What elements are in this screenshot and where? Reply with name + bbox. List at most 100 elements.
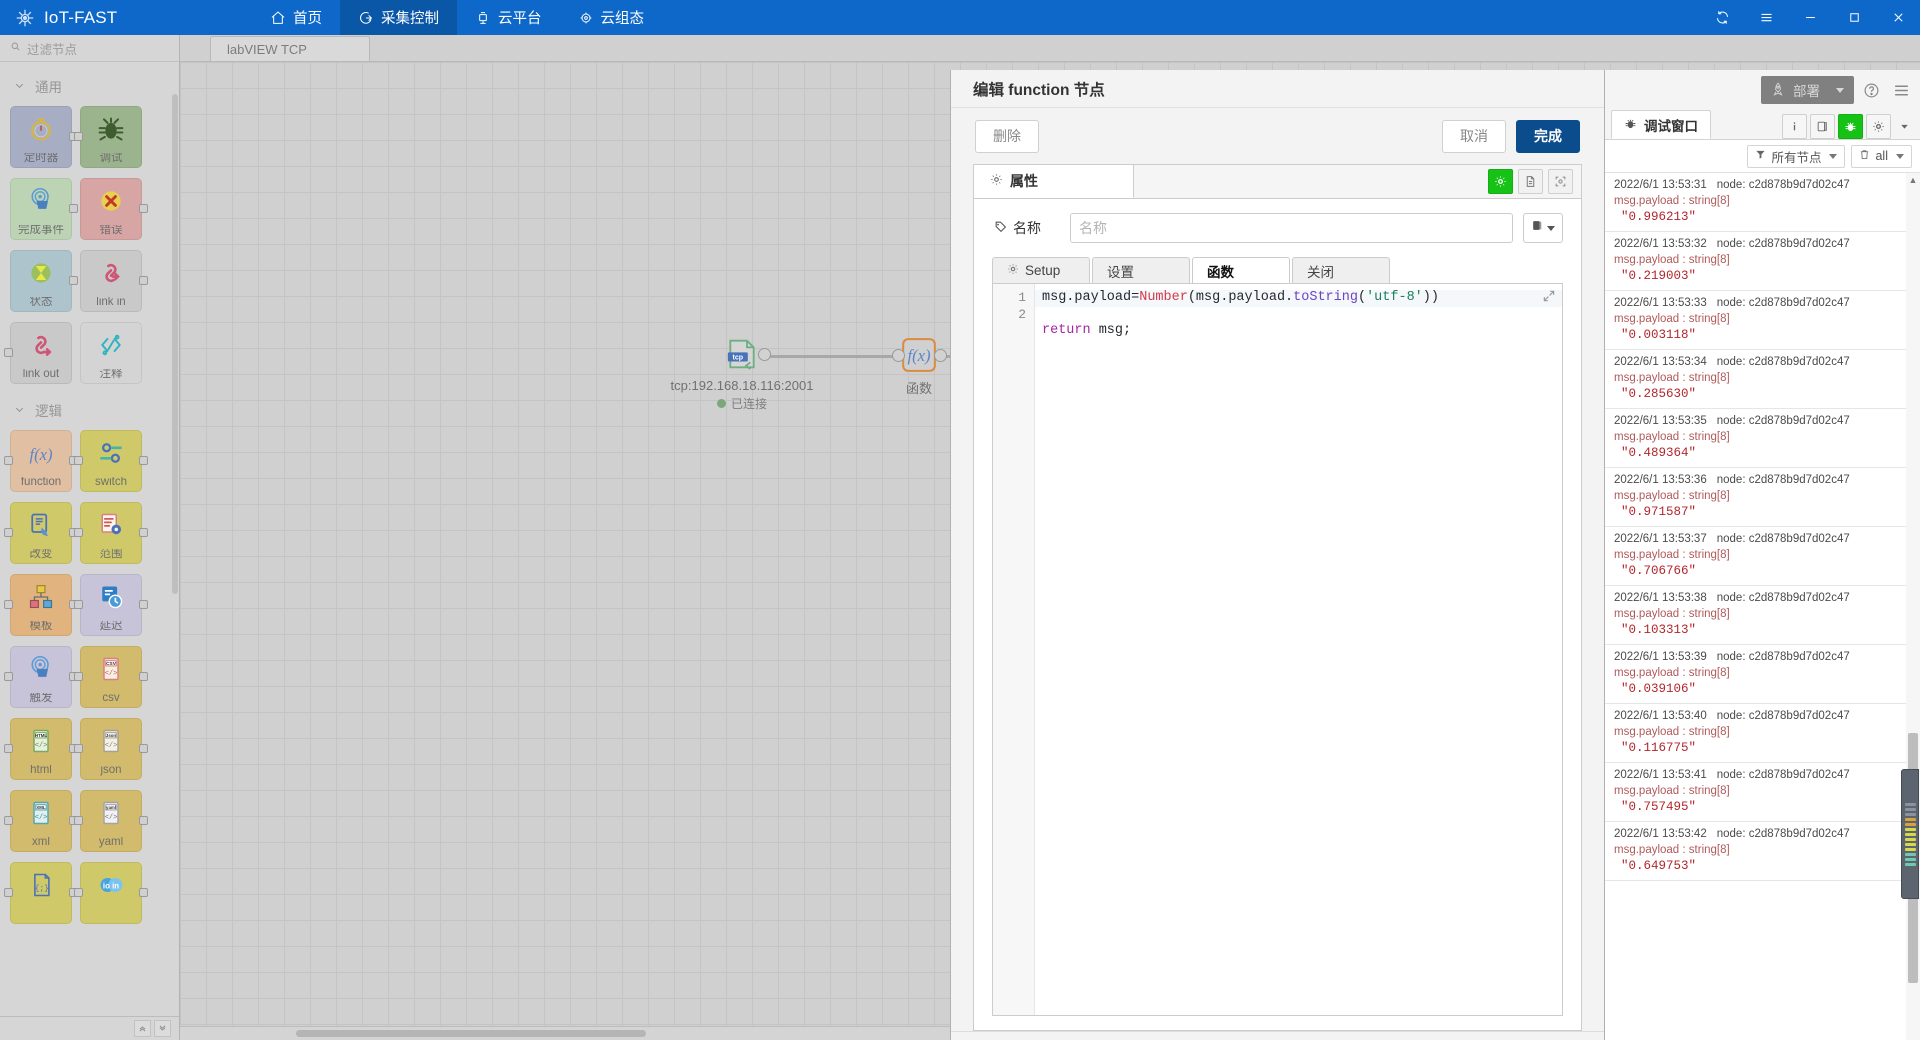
expand-all-icon[interactable] — [154, 1020, 171, 1037]
tab-settings[interactable]: 设置 — [1092, 257, 1190, 283]
caret-down-icon[interactable] — [1894, 114, 1914, 139]
palette-node-调试[interactable]: 调试 — [74, 106, 142, 168]
chevron-down-icon — [1829, 153, 1838, 159]
palette-node-错误[interactable]: 错误 — [80, 178, 148, 240]
sidebar-resize-handle[interactable] — [1901, 769, 1919, 899]
palette-node-yaml[interactable]: yaml </> yaml — [74, 790, 148, 852]
gear-green-icon[interactable] — [1488, 169, 1513, 194]
name-preset-dropdown[interactable] — [1523, 213, 1563, 243]
palette-filter[interactable]: 过滤节点 — [0, 35, 179, 62]
nav-item-cloud-config[interactable]: 云组态 — [560, 0, 663, 35]
palette-node-ioin-icon[interactable]: io in — [74, 862, 148, 924]
node-output-port[interactable] — [758, 348, 771, 361]
palette-node-模板[interactable]: 模板 — [4, 574, 78, 636]
debug-scrollbar-track[interactable]: ▲ — [1906, 173, 1920, 1040]
palette-node-html[interactable]: HTML </> html — [4, 718, 78, 780]
description-icon[interactable] — [1518, 169, 1543, 194]
debug-message[interactable]: 2022/6/1 13:53:33 node: c2d878b9d7d02c47 m… — [1605, 291, 1920, 350]
minimize-icon[interactable] — [1788, 0, 1832, 35]
debug-message-list[interactable]: 2022/6/1 13:53:31 node: c2d878b9d7d02c47 m… — [1605, 172, 1920, 1040]
debug-message-meta: 2022/6/1 13:53:31 node: c2d878b9d7d02c47 — [1614, 179, 1910, 191]
menu-icon[interactable] — [1744, 0, 1788, 35]
debug-message-value: "0.003118" — [1621, 328, 1697, 342]
debug-message[interactable]: 2022/6/1 13:53:39 node: c2d878b9d7d02c47 m… — [1605, 645, 1920, 704]
palette-node-csv[interactable]: CSV </> csv — [74, 646, 148, 708]
palette-node-object-icon[interactable]: {;} — [4, 862, 78, 924]
nav-item-home[interactable]: 首页 — [252, 0, 340, 35]
info-icon[interactable] — [1782, 114, 1807, 139]
refresh-icon[interactable] — [1700, 0, 1744, 35]
expand-editor-icon[interactable] — [1542, 289, 1556, 303]
debug-message-meta: 2022/6/1 13:53:38 node: c2d878b9d7d02c47 — [1614, 592, 1910, 604]
debug-message[interactable]: 2022/6/1 13:53:40 node: c2d878b9d7d02c47 m… — [1605, 704, 1920, 763]
palette-node-完成事件[interactable]: 完成事件 — [10, 178, 78, 240]
deploy-button[interactable]: 部署 — [1761, 76, 1854, 104]
palette-scrollbar[interactable] — [172, 94, 178, 594]
debug-message-time: 2022/6/1 13:53:34 — [1614, 356, 1707, 368]
debug-message[interactable]: 2022/6/1 13:53:41 node: c2d878b9d7d02c47 m… — [1605, 763, 1920, 822]
debug-message[interactable]: 2022/6/1 13:53:31 node: c2d878b9d7d02c47 m… — [1605, 173, 1920, 232]
canvas-hscroll-thumb[interactable] — [296, 1030, 646, 1037]
debug-message-node: node: c2d878b9d7d02c47 — [1716, 710, 1850, 722]
debug-message[interactable]: 2022/6/1 13:53:38 node: c2d878b9d7d02c47 m… — [1605, 586, 1920, 645]
bug-green-icon[interactable] — [1838, 114, 1863, 139]
palette-node-定时器[interactable]: 定时器 — [10, 106, 78, 168]
delete-button[interactable]: 删除 — [975, 119, 1039, 153]
debug-message[interactable]: 2022/6/1 13:53:32 node: c2d878b9d7d02c47 m… — [1605, 232, 1920, 291]
flow-node-function[interactable]: f(x) 函数 — [892, 334, 947, 396]
palette-node-label: 延迟 — [99, 620, 123, 632]
palette-node-范围[interactable]: 范围 — [74, 502, 148, 564]
palette-node-function[interactable]: f(x) function — [4, 430, 78, 492]
appearance-icon[interactable] — [1548, 169, 1573, 194]
code-editor[interactable]: 12 msg.payload=Number(msg.payload.toStri… — [992, 283, 1563, 1016]
top-navigation-bar: IoT-FAST 首页 采集控制 云平台 云组态 — [0, 0, 1920, 35]
node-input-port[interactable] — [892, 349, 905, 362]
palette-group-header-通用[interactable]: 通用 — [0, 68, 179, 106]
tab-properties[interactable]: 属性 — [974, 165, 1134, 198]
palette-node-注释[interactable]: 注释 — [80, 322, 142, 384]
tab-setup[interactable]: Setup — [992, 257, 1090, 283]
maximize-icon[interactable] — [1832, 0, 1876, 35]
close-icon[interactable] — [1876, 0, 1920, 35]
collapse-all-icon[interactable] — [134, 1020, 151, 1037]
palette-node-状态[interactable]: 状态 — [10, 250, 78, 312]
debug-message[interactable]: 2022/6/1 13:53:34 node: c2d878b9d7d02c47 m… — [1605, 350, 1920, 409]
tab-close[interactable]: 关闭 — [1292, 257, 1390, 283]
palette-node-json[interactable]: Json </> json — [74, 718, 148, 780]
name-input[interactable] — [1070, 213, 1513, 243]
palette-group-header-逻辑[interactable]: 逻辑 — [0, 392, 179, 430]
brand-name: IoT-FAST — [44, 7, 118, 27]
tab-debug-window[interactable]: 调试窗口 — [1611, 110, 1711, 139]
help-icon[interactable] — [1858, 77, 1884, 103]
flow-node-tcp-in[interactable]: tcp tcp:192.168.18.116:2001 已连接 — [671, 332, 813, 411]
palette-node-link out[interactable]: link out — [4, 322, 72, 384]
clear-messages-dropdown[interactable]: all — [1851, 144, 1912, 168]
svg-text:HTML: HTML — [35, 733, 47, 738]
tab-function[interactable]: 函数 — [1192, 257, 1290, 283]
debug-message-value: "0.971587" — [1621, 505, 1697, 519]
debug-message[interactable]: 2022/6/1 13:53:37 node: c2d878b9d7d02c47 m… — [1605, 527, 1920, 586]
gear-icon[interactable] — [1866, 114, 1891, 139]
debug-message-time: 2022/6/1 13:53:41 — [1614, 769, 1707, 781]
cancel-button[interactable]: 取消 — [1442, 119, 1506, 153]
palette-node-link in[interactable]: link in — [80, 250, 148, 312]
palette-node-xml[interactable]: XML </> xml — [4, 790, 78, 852]
nav-item-cloud-platform[interactable]: 云平台 — [457, 0, 560, 35]
palette-node-改变[interactable]: 改变 — [4, 502, 78, 564]
debug-message[interactable]: 2022/6/1 13:53:36 node: c2d878b9d7d02c47 m… — [1605, 468, 1920, 527]
palette-node-延迟[interactable]: 延迟 — [74, 574, 148, 636]
node-output-port[interactable] — [934, 349, 947, 362]
hamburger-icon[interactable] — [1888, 77, 1914, 103]
palette-node-label: xml — [32, 836, 50, 848]
filter-nodes-dropdown[interactable]: 所有节点 — [1747, 144, 1846, 168]
scroll-up-icon[interactable]: ▲ — [1907, 175, 1919, 185]
editor-code-content[interactable]: msg.payload=Number(msg.payload.toString(… — [1035, 284, 1562, 1015]
palette-node-触发[interactable]: 触发 — [4, 646, 78, 708]
nav-item-collect-control[interactable]: 采集控制 — [340, 0, 457, 35]
debug-message[interactable]: 2022/6/1 13:53:42 node: c2d878b9d7d02c47 m… — [1605, 822, 1920, 881]
debug-message[interactable]: 2022/6/1 13:53:35 node: c2d878b9d7d02c47 m… — [1605, 409, 1920, 468]
flow-tab-labview-tcp[interactable]: labVIEW TCP — [210, 36, 370, 61]
palette-node-switch[interactable]: switch — [74, 430, 148, 492]
done-button[interactable]: 完成 — [1516, 119, 1580, 153]
library-icon[interactable] — [1810, 114, 1835, 139]
